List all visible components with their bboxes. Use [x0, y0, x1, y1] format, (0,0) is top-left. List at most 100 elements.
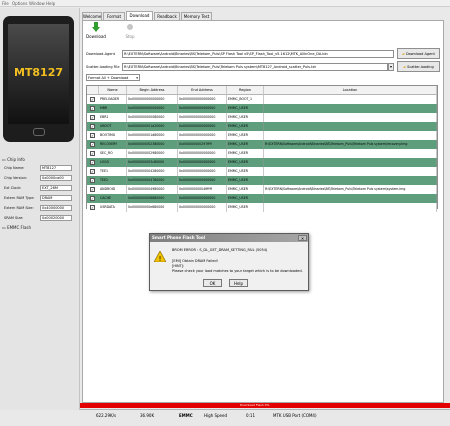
- tab-format[interactable]: Format: [103, 12, 125, 20]
- cell-location[interactable]: [264, 104, 437, 113]
- download-button[interactable]: Download: [86, 22, 106, 43]
- cell-begin: 0x0000000002380000: [127, 140, 178, 149]
- menu-options[interactable]: Options: [12, 1, 27, 6]
- cell-location[interactable]: [264, 131, 437, 140]
- folder-icon: ▰: [403, 65, 406, 69]
- phone-home-button: [33, 128, 45, 136]
- cell-location[interactable]: [264, 158, 437, 167]
- table-row[interactable]: ✓ CACHE 0x0000000008880000 0x00000000000000…: [87, 194, 437, 203]
- col-location[interactable]: Location: [264, 86, 437, 95]
- row-checkbox[interactable]: ✓: [90, 124, 95, 129]
- menu-window[interactable]: Window: [29, 1, 45, 6]
- menu-help[interactable]: Help: [46, 1, 55, 6]
- cell-location[interactable]: [264, 203, 437, 212]
- tab-welcome[interactable]: Welcome: [82, 12, 102, 20]
- col-end-address[interactable]: End Address: [178, 86, 227, 95]
- menu-file[interactable]: File: [2, 1, 9, 6]
- table-row[interactable]: ✓ TEE2 0x0000000004780000 0x000000000000000…: [87, 176, 437, 185]
- tab-memory-test[interactable]: Memory Test: [181, 12, 212, 20]
- row-checkbox[interactable]: ✓: [90, 142, 95, 147]
- menu-bar: File Options Window Help: [0, 0, 450, 7]
- cell-name: TEE2: [99, 176, 127, 185]
- cell-location[interactable]: [264, 194, 437, 203]
- collapse-icon: ▭: [2, 225, 6, 230]
- cell-end: 0x00000000004ffffff: [178, 185, 227, 194]
- partition-table: Name Begin Address End Address Region Lo…: [86, 85, 438, 212]
- help-button[interactable]: Help: [229, 279, 248, 287]
- cell-location[interactable]: [264, 113, 437, 122]
- cell-name: UBOOT: [99, 122, 127, 131]
- row-checkbox[interactable]: ✓: [90, 151, 95, 156]
- tab-download[interactable]: Download: [126, 11, 153, 20]
- checkmark-icon: ✓: [91, 142, 95, 147]
- table-row[interactable]: ✓ PRELOADER 0x0000000000000000 0x0000000000…: [87, 95, 437, 104]
- cell-location[interactable]: [264, 95, 437, 104]
- table-row[interactable]: ✓ BOOTIMG 0x0000000001d80000 0x000000000000…: [87, 131, 437, 140]
- cell-location[interactable]: [264, 167, 437, 176]
- row-checkbox[interactable]: ✓: [90, 205, 95, 210]
- col-check[interactable]: [87, 86, 99, 95]
- download-label: Download: [86, 34, 106, 39]
- cell-location[interactable]: [264, 122, 437, 131]
- ok-button[interactable]: OK: [203, 279, 222, 287]
- scatter-dropdown-toggle[interactable]: ▾: [388, 63, 394, 71]
- checkmark-icon: ✓: [91, 106, 95, 111]
- table-row[interactable]: ✓ UBOOT 0x0000000001d20000 0x00000000000000…: [87, 122, 437, 131]
- chip-info-header[interactable]: ▭ Chip Info: [2, 157, 25, 162]
- stop-button[interactable]: Stop: [122, 22, 138, 43]
- stop-label: Stop: [125, 34, 135, 39]
- table-row[interactable]: ✓ RECOVERY 0x0000000002380000 0x00000000029…: [87, 140, 437, 149]
- cell-location[interactable]: [264, 149, 437, 158]
- row-checkbox[interactable]: ✓: [90, 106, 95, 111]
- status-port: MTK USB Port (COM4): [273, 413, 317, 418]
- row-checkbox[interactable]: ✓: [90, 178, 95, 183]
- col-begin-address[interactable]: Begin Address: [127, 86, 178, 95]
- row-checkbox[interactable]: ✓: [90, 133, 95, 138]
- cell-name: TEE1: [99, 167, 127, 176]
- row-checkbox[interactable]: ✓: [90, 187, 95, 192]
- cell-region: EMMC_USER: [227, 167, 264, 176]
- cell-name: CACHE: [99, 194, 127, 203]
- cell-begin: 0x0000000000000000: [127, 95, 178, 104]
- row-checkbox[interactable]: ✓: [90, 97, 95, 102]
- row-checkbox[interactable]: ✓: [90, 169, 95, 174]
- cell-location[interactable]: R:\EXTERN\Software\Android\Binaries\BS\T…: [264, 185, 437, 194]
- stop-icon: [127, 24, 133, 30]
- col-name[interactable]: Name: [99, 86, 127, 95]
- row-checkbox[interactable]: ✓: [90, 115, 95, 120]
- download-agent-button[interactable]: ▰ Download Agent: [397, 48, 440, 59]
- cell-begin: 0x0000000004980000: [127, 185, 178, 194]
- cell-end: 0x0000000000000000: [178, 167, 227, 176]
- error-dialog: Smart Phone Flash Tool ✕ ! BROM ERROR : …: [149, 233, 309, 291]
- checkmark-icon: ✓: [91, 205, 95, 210]
- row-checkbox[interactable]: ✓: [90, 196, 95, 201]
- download-agent-label: Download-Agent: [86, 52, 115, 56]
- table-row[interactable]: ✓ EBR1 0x0000000000080000 0x000000000000000…: [87, 113, 437, 122]
- checkmark-icon: ✓: [91, 97, 95, 102]
- table-row[interactable]: ✓ LOGO 0x0000000003c80000 0x000000000000000…: [87, 158, 437, 167]
- emmc-flash-header[interactable]: ▭ EMMC Flash: [2, 225, 31, 230]
- table-row[interactable]: ✓ ANDROID 0x0000000004980000 0x00000000004f…: [87, 185, 437, 194]
- cell-name: EBR1: [99, 113, 127, 122]
- download-mode-select[interactable]: Format All + Download ▾: [86, 74, 140, 81]
- row-checkbox[interactable]: ✓: [90, 160, 95, 165]
- scatter-path[interactable]: R:\EXTERN\Software\Android\Binaries\BS\T…: [122, 63, 388, 71]
- tab-readback[interactable]: Readback: [154, 12, 180, 20]
- scatter-loading-button[interactable]: ▰ Scatter-loading: [397, 61, 440, 72]
- chevron-down-icon: ▾: [136, 76, 138, 80]
- cell-end: 0x0000000000000000: [178, 149, 227, 158]
- col-region[interactable]: Region: [227, 86, 264, 95]
- table-row[interactable]: ✓ MBR 0x0000000000000000 0x0000000000000000…: [87, 104, 437, 113]
- sram-size-value: 0x00020000: [40, 215, 72, 221]
- chip-version-label: Chip Version:: [4, 176, 28, 180]
- download-agent-path[interactable]: R:\EXTERN\Software\Android\Binaries\BS\T…: [122, 50, 394, 58]
- table-row[interactable]: ✓ SEC_RO 0x0000000002980000 0x0000000000000…: [87, 149, 437, 158]
- cell-end: 0x0000000000000000: [178, 95, 227, 104]
- cell-name: MBR: [99, 104, 127, 113]
- close-icon[interactable]: ✕: [298, 235, 307, 241]
- table-row[interactable]: ✓ USRDATA 0x000000000e680000 0x000000000000…: [87, 203, 437, 212]
- progress-text: Download Flash 0%: [240, 403, 270, 407]
- cell-location[interactable]: R:\EXTERN\Software\Android\Binaries\BS\T…: [264, 140, 437, 149]
- cell-location[interactable]: [264, 176, 437, 185]
- table-row[interactable]: ✓ TEE1 0x0000000004280000 0x000000000000000…: [87, 167, 437, 176]
